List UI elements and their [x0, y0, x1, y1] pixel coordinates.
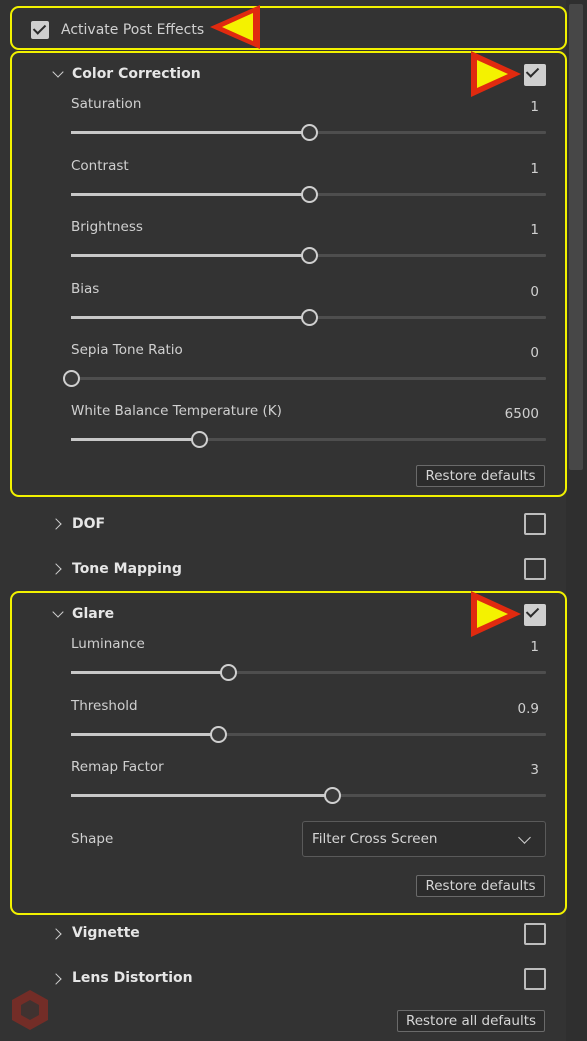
glare-shape-select[interactable]: Filter Cross Screen — [302, 821, 546, 857]
slider-label: Saturation — [71, 96, 142, 112]
tone-mapping-checkbox[interactable] — [524, 558, 546, 580]
scrollbar-thumb[interactable] — [569, 4, 583, 470]
slider-value: 1 — [530, 161, 539, 177]
slider-knob[interactable] — [300, 186, 318, 203]
slider-label: White Balance Temperature (K) — [71, 403, 282, 419]
slider-fill — [71, 316, 309, 319]
dof-checkbox[interactable] — [524, 513, 546, 535]
slider-value: 6500 — [504, 406, 539, 422]
restore-all-defaults-button[interactable]: Restore all defaults — [397, 1010, 545, 1032]
activate-post-effects-label: Activate Post Effects — [61, 22, 205, 38]
slider-label: Contrast — [71, 158, 129, 174]
logo-hexagon-icon — [12, 990, 48, 1030]
slider-label: Remap Factor — [71, 759, 164, 775]
glare-shape-value: Filter Cross Screen — [312, 831, 438, 847]
slider-label: Sepia Tone Ratio — [71, 342, 183, 358]
slider-track[interactable] — [71, 794, 546, 797]
slider-value: 0 — [530, 284, 539, 300]
activate-post-effects-checkbox[interactable] — [31, 21, 49, 39]
slider-label: Threshold — [71, 698, 138, 714]
color-correction-highlight-box — [10, 51, 567, 497]
vignette-checkbox[interactable] — [524, 923, 546, 945]
slider-label: Brightness — [71, 219, 143, 235]
color-correction-restore-defaults-button[interactable]: Restore defaults — [416, 465, 545, 487]
chevron-right-icon — [50, 518, 62, 530]
slider-value: 0 — [530, 345, 539, 361]
slider-track[interactable] — [71, 377, 546, 380]
slider-value: 1 — [530, 99, 539, 115]
lens-distortion-checkbox[interactable] — [524, 968, 546, 990]
slider-fill — [71, 254, 309, 257]
slider-fill — [71, 671, 228, 674]
slider-track[interactable] — [71, 733, 546, 736]
lens-distortion-title: Lens Distortion — [72, 970, 193, 986]
slider-track[interactable] — [71, 671, 546, 674]
chevron-down-icon — [518, 831, 531, 844]
slider-track[interactable] — [71, 438, 546, 441]
slider-fill — [71, 794, 333, 797]
glare-checkbox[interactable] — [524, 604, 546, 626]
color-correction-checkbox[interactable] — [524, 64, 546, 86]
slider-fill — [71, 193, 309, 196]
slider-value: 3 — [530, 762, 539, 778]
tone-mapping-title: Tone Mapping — [72, 561, 182, 577]
slider-value: 0.9 — [517, 701, 539, 717]
slider-fill — [71, 438, 200, 441]
chevron-right-icon — [50, 563, 62, 575]
color-correction-title: Color Correction — [72, 66, 201, 82]
slider-label: Luminance — [71, 636, 145, 652]
slider-knob[interactable] — [300, 309, 318, 326]
glare-title: Glare — [72, 606, 115, 622]
slider-knob[interactable] — [219, 664, 237, 681]
slider-knob[interactable] — [63, 370, 80, 387]
slider-value: 1 — [530, 222, 539, 238]
slider-knob[interactable] — [300, 247, 318, 264]
glare-shape-label: Shape — [71, 831, 114, 847]
slider-label: Bias — [71, 281, 100, 297]
glare-restore-defaults-button[interactable]: Restore defaults — [416, 875, 545, 897]
slider-fill — [71, 733, 219, 736]
slider-value: 1 — [530, 639, 539, 655]
chevron-right-icon — [50, 928, 62, 940]
slider-knob[interactable] — [300, 124, 318, 141]
chevron-right-icon — [50, 973, 62, 985]
dof-title: DOF — [72, 516, 106, 532]
vignette-title: Vignette — [72, 925, 140, 941]
slider-fill — [71, 131, 309, 134]
